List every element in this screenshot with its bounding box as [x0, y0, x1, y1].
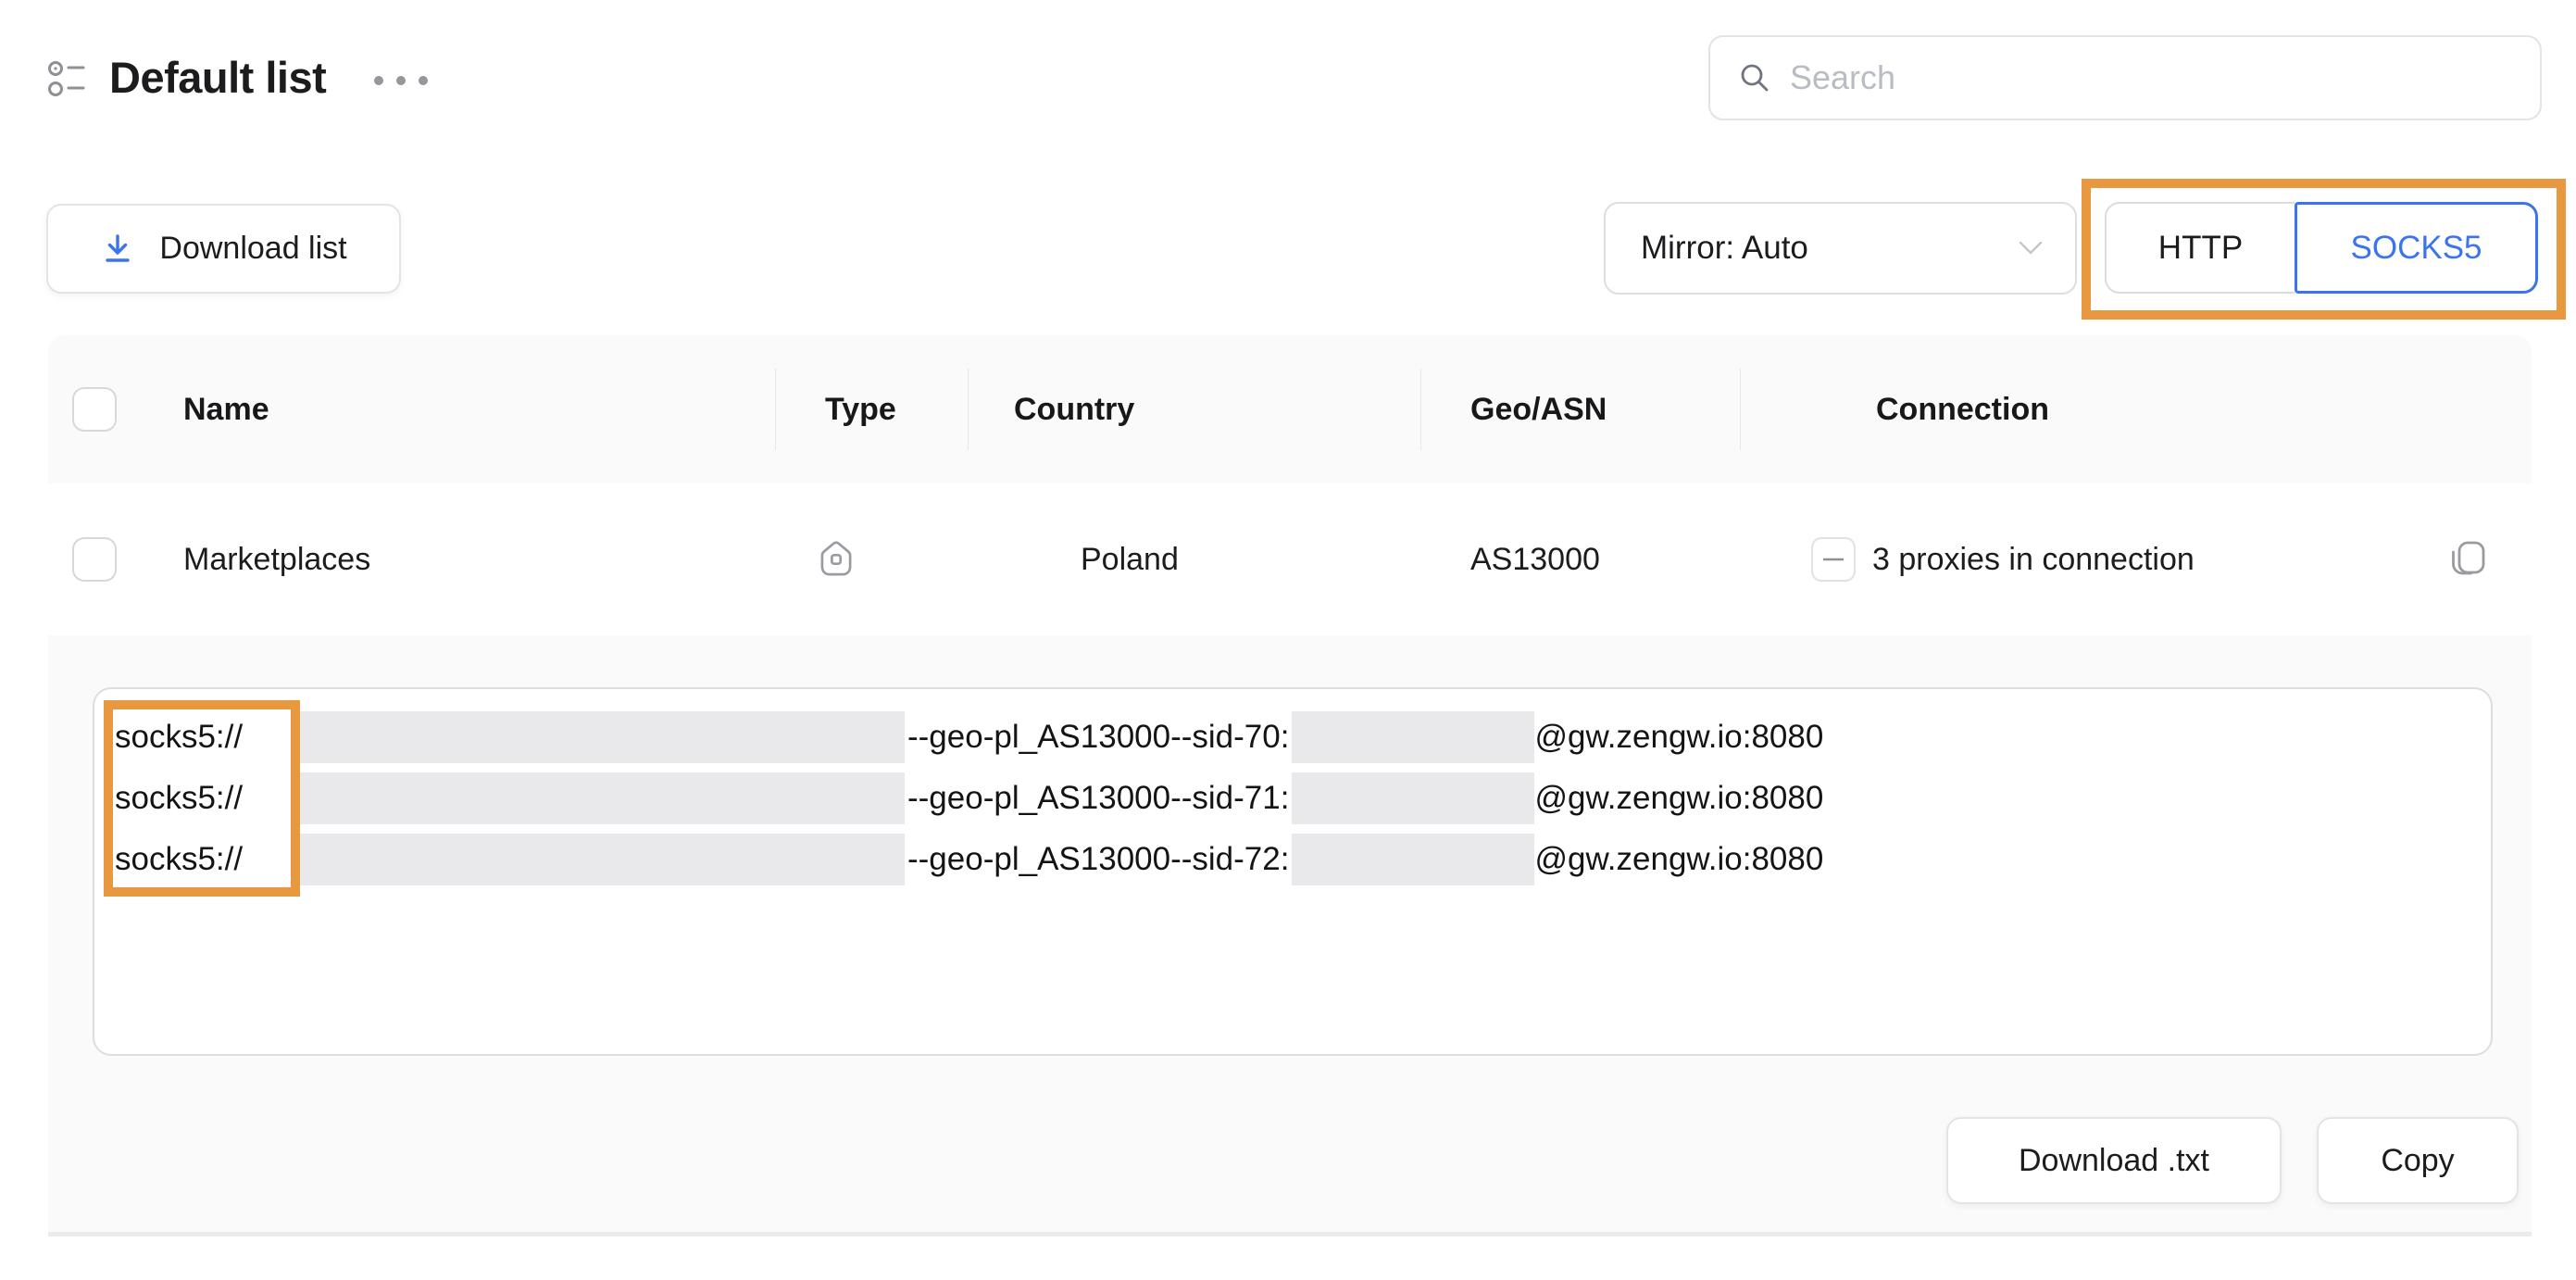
proxy-protocol-prefix: socks5://	[115, 719, 298, 756]
column-divider	[1420, 369, 1421, 450]
proxy-line: socks5:// --geo-pl_AS13000--sid-72: @gw.ze…	[115, 834, 1823, 885]
column-header-country: Country	[1014, 335, 1134, 483]
proxy-line: socks5:// --geo-pl_AS13000--sid-71: @gw.ze…	[115, 772, 1823, 824]
copy-label: Copy	[2381, 1143, 2454, 1179]
column-divider	[1740, 369, 1741, 450]
download-list-button[interactable]: Download list	[46, 204, 401, 294]
row-checkbox[interactable]	[72, 537, 117, 582]
row-country: Poland	[1081, 542, 1179, 578]
ellipsis-dot	[419, 76, 428, 85]
column-header-connection: Connection	[1876, 335, 2049, 483]
copy-row-icon[interactable]	[2443, 535, 2491, 584]
row-country-cell: Poland	[1010, 483, 1179, 635]
row-name: Marketplaces	[183, 483, 370, 635]
redacted-password	[1292, 711, 1534, 763]
search-input[interactable]: Search	[1708, 35, 2542, 120]
copy-button[interactable]: Copy	[2317, 1117, 2519, 1204]
proxy-lines: socks5:// --geo-pl_AS13000--sid-70: @gw.ze…	[115, 711, 1823, 895]
column-divider	[775, 369, 776, 450]
proxy-protocol-prefix: socks5://	[115, 841, 298, 878]
chevron-down-icon	[2018, 240, 2044, 257]
http-tab-label: HTTP	[2158, 230, 2243, 267]
proxy-session-params: --geo-pl_AS13000--sid-71:	[905, 780, 1292, 817]
redacted-password	[1292, 834, 1534, 885]
collapse-connection-button[interactable]	[1811, 537, 1856, 582]
mirror-selected-value: Mirror: Auto	[1641, 230, 2018, 267]
list-icon	[45, 56, 90, 101]
page-title: Default list	[109, 52, 326, 103]
proxy-type-home-icon	[813, 483, 859, 635]
ellipsis-dot	[374, 76, 383, 85]
redacted-username	[298, 711, 905, 763]
proxy-list-box[interactable]: socks5:// --geo-pl_AS13000--sid-70: @gw.ze…	[93, 687, 2493, 1056]
proxy-gateway: @gw.zengw.io:8080	[1534, 841, 1823, 878]
mirror-select[interactable]: Mirror: Auto	[1604, 202, 2077, 295]
proxy-gateway: @gw.zengw.io:8080	[1534, 780, 1823, 817]
table-header: Name Type Country Geo/ASN Connection	[48, 335, 2532, 483]
table-row[interactable]: Marketplaces Poland AS13000 3 proxies in…	[48, 483, 2532, 635]
row-connection: 3 proxies in connection	[1872, 483, 2195, 635]
row-geo-asn: AS13000	[1470, 483, 1600, 635]
ellipsis-dot	[396, 76, 406, 85]
column-header-geo-asn: Geo/ASN	[1470, 335, 1607, 483]
search-icon	[1736, 59, 1773, 96]
panel-bottom-divider	[48, 1232, 2532, 1236]
protocol-tab-http[interactable]: HTTP	[2105, 202, 2295, 294]
download-icon	[100, 232, 135, 267]
redacted-username	[298, 772, 905, 824]
download-txt-button[interactable]: Download .txt	[1946, 1117, 2282, 1204]
proxy-protocol-prefix: socks5://	[115, 780, 298, 817]
socks5-tab-label: SOCKS5	[2351, 230, 2482, 267]
redacted-password	[1292, 772, 1534, 824]
column-header-type: Type	[825, 335, 896, 483]
select-all-checkbox[interactable]	[72, 387, 117, 432]
search-placeholder: Search	[1790, 58, 1895, 97]
column-divider	[968, 369, 969, 450]
proxy-gateway: @gw.zengw.io:8080	[1534, 719, 1823, 756]
column-header-name: Name	[183, 335, 269, 483]
download-list-label: Download list	[159, 231, 346, 267]
download-txt-label: Download .txt	[2019, 1143, 2209, 1179]
proxy-session-params: --geo-pl_AS13000--sid-70:	[905, 719, 1292, 756]
poland-flag-icon	[1010, 543, 1058, 576]
list-options-menu-button[interactable]	[374, 76, 428, 85]
proxy-line: socks5:// --geo-pl_AS13000--sid-70: @gw.ze…	[115, 711, 1823, 763]
redacted-username	[298, 834, 905, 885]
protocol-tab-socks5[interactable]: SOCKS5	[2295, 202, 2538, 294]
proxy-session-params: --geo-pl_AS13000--sid-72:	[905, 841, 1292, 878]
